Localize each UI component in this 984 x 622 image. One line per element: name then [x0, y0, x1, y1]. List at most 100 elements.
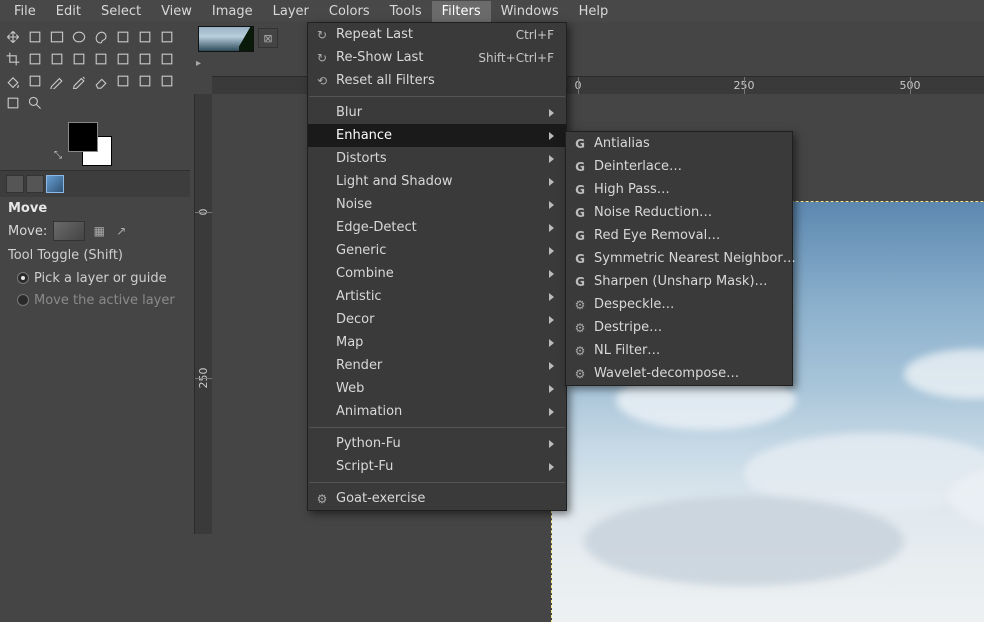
menu-file[interactable]: File [4, 1, 46, 22]
tool-cage[interactable] [135, 49, 155, 69]
tool-free-select[interactable] [91, 27, 111, 47]
image-tab-thumbnail[interactable] [198, 26, 254, 52]
menu-item-label: Script-Fu [336, 459, 529, 474]
filters-sub-render[interactable]: Render [308, 354, 566, 377]
enhance-item[interactable]: ⚙Destripe… [566, 316, 792, 339]
filters-sub-combine[interactable]: Combine [308, 262, 566, 285]
enhance-item[interactable]: G Antialias [566, 132, 792, 155]
enhance-item[interactable]: ⚙Despeckle… [566, 293, 792, 316]
tool-rect-select[interactable] [47, 27, 67, 47]
tool-perspective[interactable] [91, 49, 111, 69]
filters-item[interactable]: ↻Repeat LastCtrl+F [308, 23, 566, 46]
enhance-item[interactable]: ⚙NL Filter… [566, 339, 792, 362]
menu-image[interactable]: Image [202, 1, 263, 22]
filters-sub-python-fu[interactable]: Python-Fu [308, 432, 566, 455]
tool-move[interactable] [3, 27, 23, 47]
filters-sub-blur[interactable]: Blur [308, 101, 566, 124]
submenu-arrow-icon [549, 247, 554, 255]
menu-item-label: Antialias [594, 136, 780, 151]
filters-sub-generic[interactable]: Generic [308, 239, 566, 262]
menu-item-label: Blur [336, 105, 529, 120]
gegl-icon: G [572, 183, 588, 197]
enhance-item[interactable]: ⚙Wavelet-decompose… [566, 362, 792, 385]
filters-sub-light and shadow[interactable]: Light and Shadow [308, 170, 566, 193]
tab-expand-icon[interactable]: ▸ [196, 58, 206, 68]
move-mode-path-icon[interactable]: ↗ [113, 223, 129, 239]
tool-scale[interactable] [47, 49, 67, 69]
tool-airbrush[interactable] [113, 71, 133, 91]
tool-paint[interactable] [69, 71, 89, 91]
color-swatches[interactable]: ⤡ [68, 122, 190, 170]
submenu-arrow-icon [549, 408, 554, 416]
tool-scissors[interactable] [157, 27, 177, 47]
fg-color-swatch[interactable] [68, 122, 98, 152]
filters-sub-animation[interactable]: Animation [308, 400, 566, 423]
menu-item-label: Red Eye Removal… [594, 228, 780, 243]
tool-gradient[interactable] [25, 71, 45, 91]
dock-tab-device[interactable] [26, 175, 44, 193]
tool-rotate[interactable] [25, 49, 45, 69]
dock-tab-tooloptions[interactable] [6, 175, 24, 193]
tool-heal[interactable] [3, 93, 23, 113]
move-mode-label: Move: [8, 224, 47, 239]
enhance-submenu: G Antialias GDeinterlace…GHigh Pass…GNoise… [565, 131, 793, 386]
tool-align[interactable] [25, 27, 45, 47]
move-mode-layer[interactable] [53, 221, 85, 241]
enhance-item[interactable]: GRed Eye Removal… [566, 224, 792, 247]
filters-sub-enhance[interactable]: Enhance [308, 124, 566, 147]
filters-sub-artistic[interactable]: Artistic [308, 285, 566, 308]
radio-pick-layer-label: Pick a layer or guide [34, 271, 167, 286]
tool-ink[interactable] [135, 71, 155, 91]
submenu-arrow-icon [549, 270, 554, 278]
swap-colors-icon[interactable]: ⤡ [54, 150, 66, 162]
image-tab-close-icon[interactable]: ⊠ [258, 28, 278, 48]
enhance-item[interactable]: GDeinterlace… [566, 155, 792, 178]
enhance-item[interactable]: GSymmetric Nearest Neighbor… [566, 247, 792, 270]
tool-warp[interactable] [157, 49, 177, 69]
filters-sub-map[interactable]: Map [308, 331, 566, 354]
filters-sub-edge-detect[interactable]: Edge-Detect [308, 216, 566, 239]
menu-select[interactable]: Select [91, 1, 151, 22]
gegl-icon: G [572, 137, 588, 151]
enhance-item[interactable]: GHigh Pass… [566, 178, 792, 201]
radio-pick-layer[interactable]: Pick a layer or guide [0, 267, 190, 289]
menu-edit[interactable]: Edit [46, 1, 91, 22]
enhance-item[interactable]: GNoise Reduction… [566, 201, 792, 224]
menu-tools[interactable]: Tools [380, 1, 432, 22]
tool-color-select[interactable] [135, 27, 155, 47]
menu-item-label: Distorts [336, 151, 529, 166]
dock-tabs [0, 170, 190, 197]
gear-icon: ⚙ [572, 367, 588, 381]
ruler-vertical[interactable]: 0 250 [194, 94, 214, 534]
menu-colors[interactable]: Colors [319, 1, 380, 22]
filters-sub-web[interactable]: Web [308, 377, 566, 400]
dock-tab-image[interactable] [46, 175, 64, 193]
menu-filters[interactable]: Filters [432, 1, 491, 22]
move-mode-selection-icon[interactable]: ▦ [91, 223, 107, 239]
menu-layer[interactable]: Layer [263, 1, 319, 22]
tool-bucket[interactable] [3, 71, 23, 91]
tool-shear[interactable] [69, 49, 89, 69]
filters-item[interactable]: ↻Re-Show LastShift+Ctrl+F [308, 46, 566, 69]
filters-sub-noise[interactable]: Noise [308, 193, 566, 216]
menu-windows[interactable]: Windows [491, 1, 569, 22]
tool-pencil[interactable] [47, 71, 67, 91]
tool-ellipse-select[interactable] [69, 27, 89, 47]
menu-help[interactable]: Help [569, 1, 619, 22]
filters-sub-script-fu[interactable]: Script-Fu [308, 455, 566, 478]
tool-clone[interactable] [157, 71, 177, 91]
filters-item[interactable]: ⟲Reset all Filters [308, 69, 566, 92]
enhance-item[interactable]: GSharpen (Unsharp Mask)… [566, 270, 792, 293]
repeat-icon: ↻ [314, 51, 330, 65]
filters-sub-decor[interactable]: Decor [308, 308, 566, 331]
menu-item-label: Map [336, 335, 529, 350]
radio-move-active[interactable]: Move the active layer [0, 289, 190, 311]
tool-fuzzy-select[interactable] [113, 27, 133, 47]
filters-sub-distorts[interactable]: Distorts [308, 147, 566, 170]
filters-item[interactable]: ⚙Goat-exercise [308, 487, 566, 510]
tool-flip[interactable] [113, 49, 133, 69]
tool-crop[interactable] [3, 49, 23, 69]
tool-zoom[interactable] [25, 93, 45, 113]
menu-view[interactable]: View [151, 1, 202, 22]
tool-erase[interactable] [91, 71, 111, 91]
